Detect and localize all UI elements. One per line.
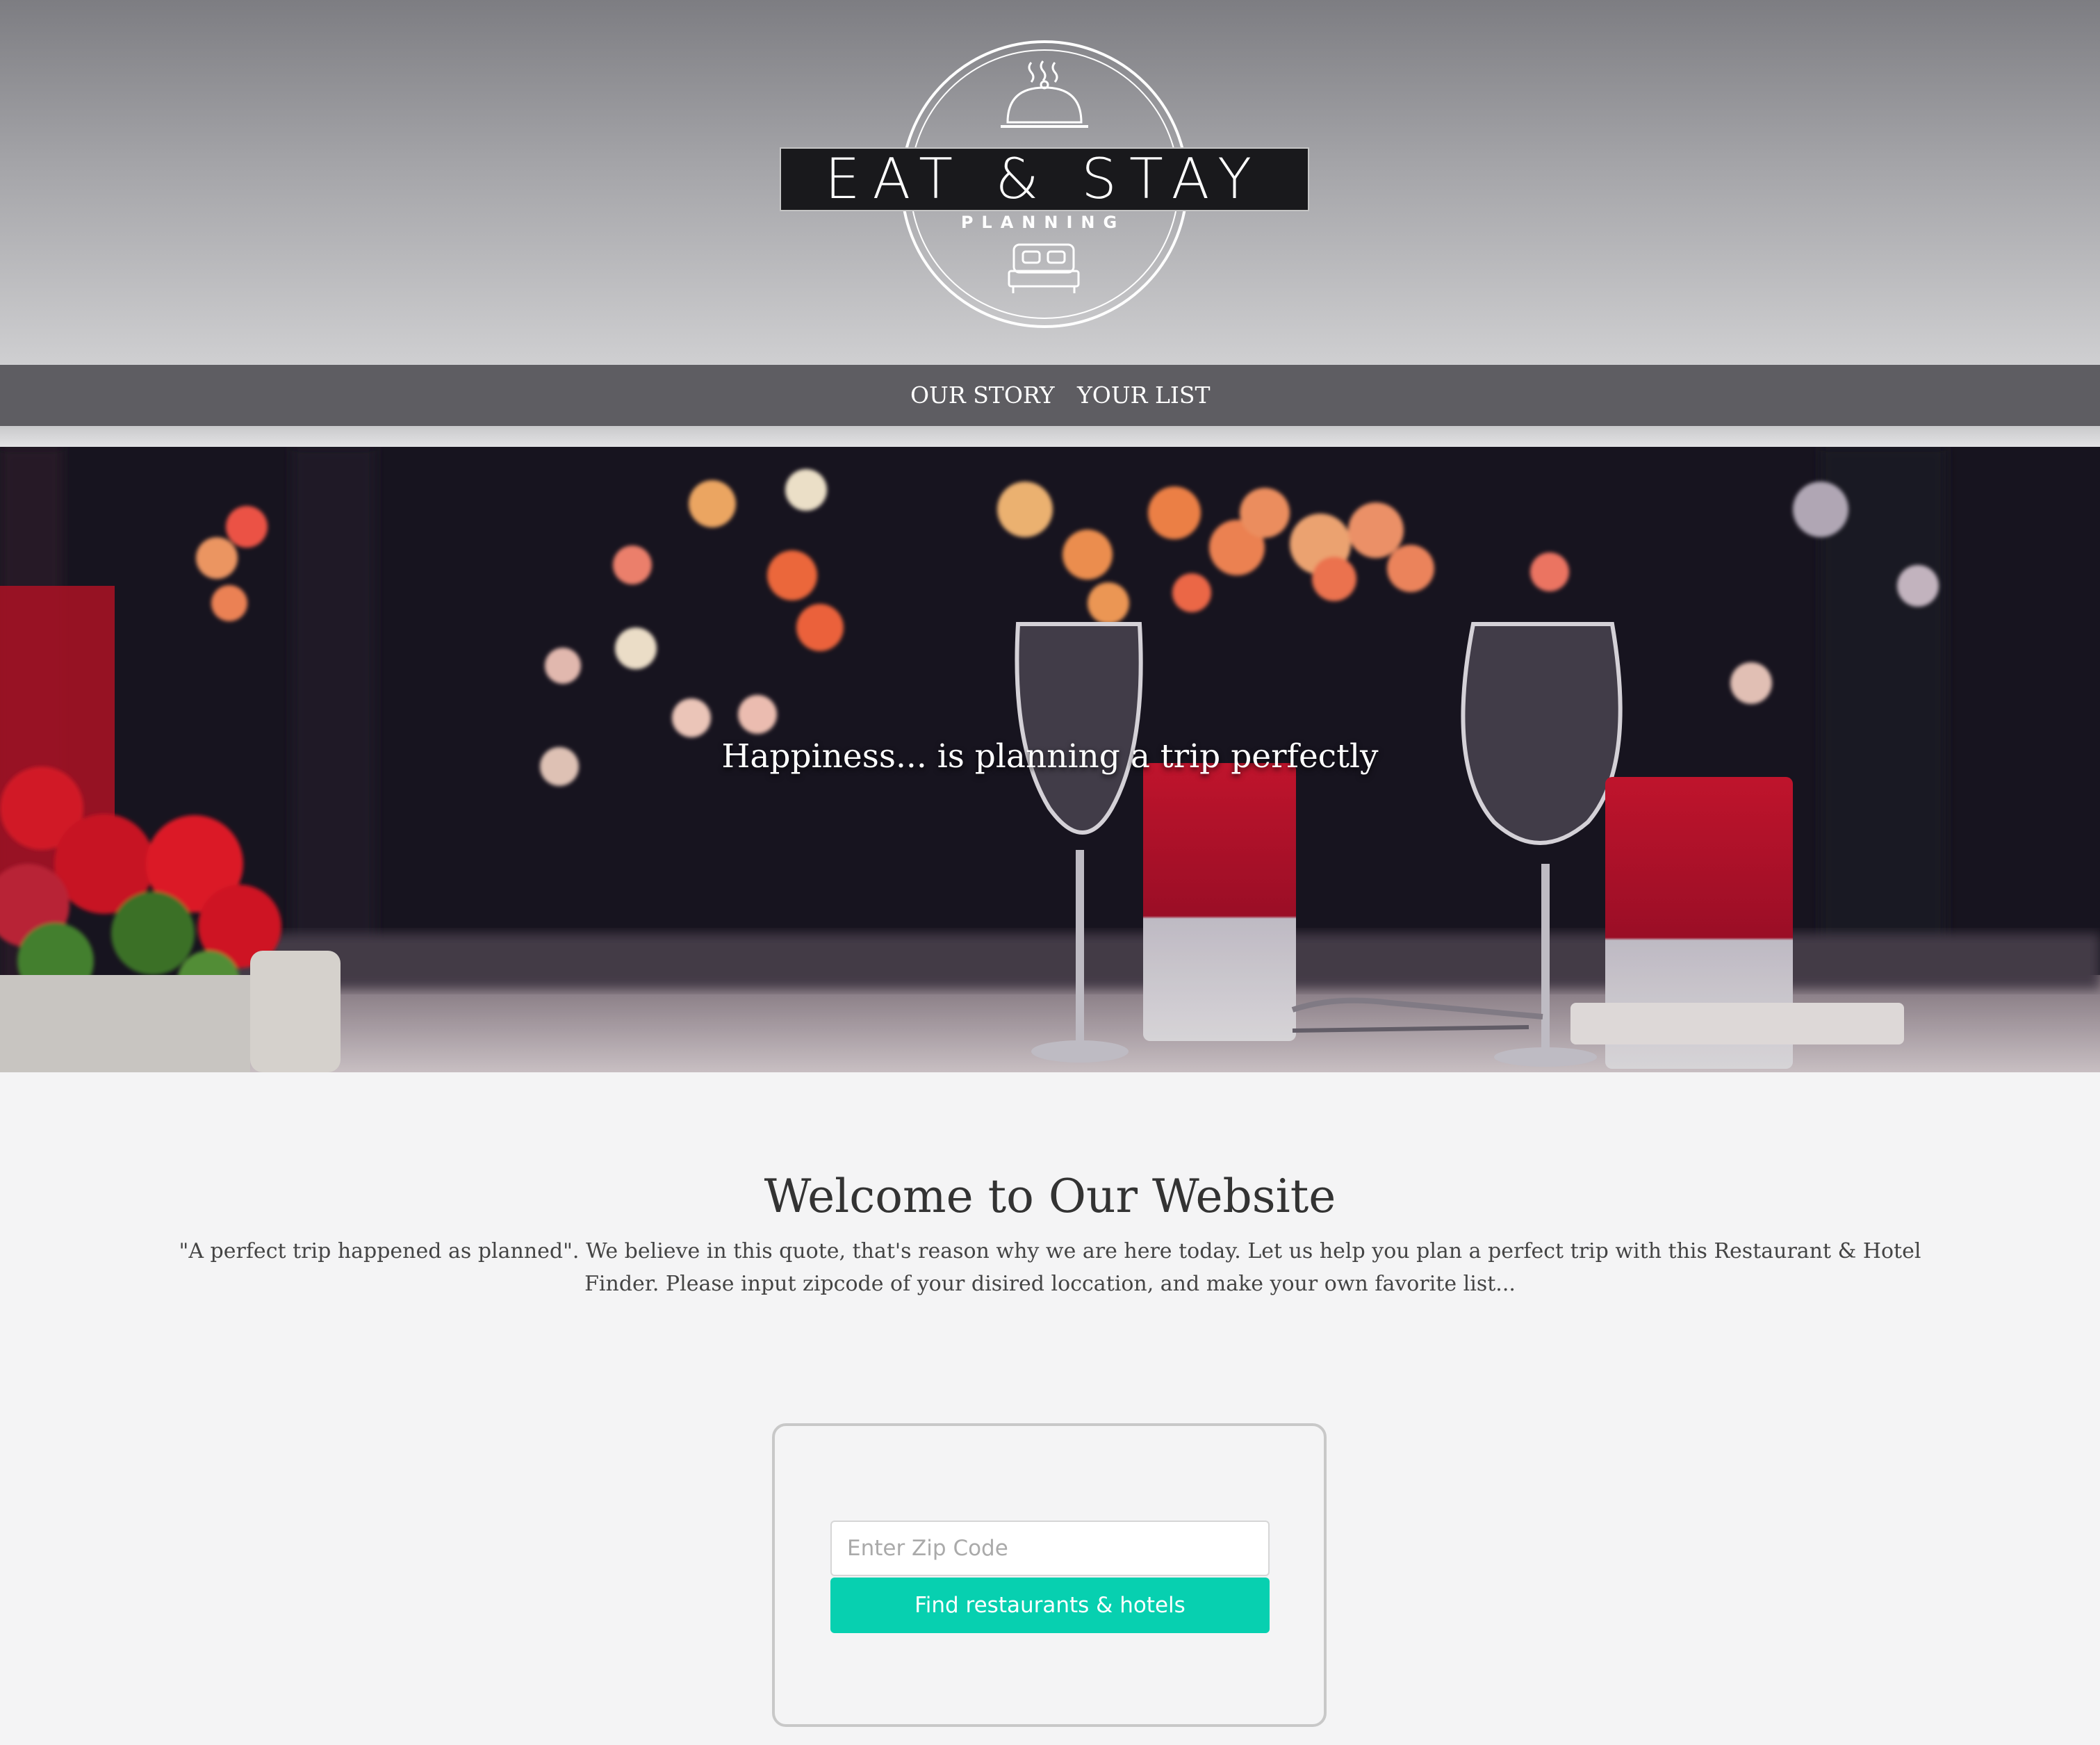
nav-our-story[interactable]: OUR STORY (910, 365, 1055, 426)
bed-icon (1008, 243, 1080, 293)
find-restaurants-hotels-button[interactable]: Find restaurants & hotels (830, 1578, 1270, 1633)
welcome-title: Welcome to Our Website (764, 1170, 1336, 1223)
hero-tagline: Happiness... is planning a trip perfectl… (721, 737, 1379, 776)
zip-code-input[interactable] (830, 1521, 1270, 1576)
welcome-section: Welcome to Our Website "A perfect trip h… (0, 1072, 2100, 1392)
welcome-text: "A perfect trip happened as planned". We… (179, 1239, 1921, 1296)
hero-banner: Happiness... is planning a trip perfectl… (0, 447, 2100, 1072)
nav-your-list[interactable]: YOUR LIST (1077, 365, 1211, 426)
site-logo[interactable]: EAT & STAY PLANNING (776, 35, 1311, 334)
main-nav: OUR STORY YOUR LIST (0, 365, 2100, 426)
site-header: EAT & STAY PLANNING (0, 0, 2100, 365)
search-card: Find restaurants & hotels (772, 1423, 1327, 1727)
nav-divider-strip (0, 426, 2100, 447)
